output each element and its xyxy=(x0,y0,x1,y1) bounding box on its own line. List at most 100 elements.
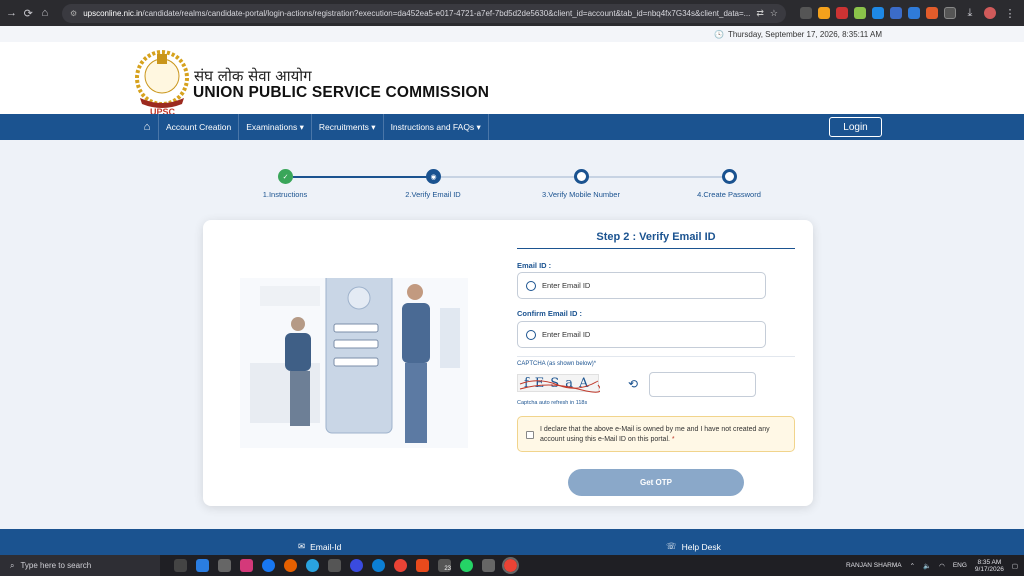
step-label-verify-mobile: 3.Verify Mobile Number xyxy=(542,190,620,199)
notification-icon[interactable]: ▢ xyxy=(1012,562,1018,570)
reload-icon[interactable]: ⟳ xyxy=(23,5,34,21)
email-placeholder: Enter Email ID xyxy=(542,281,591,290)
notification-app-icon[interactable]: 23 xyxy=(438,559,451,572)
confirm-email-field[interactable]: Enter Email ID xyxy=(517,321,766,348)
language-indicator[interactable]: ENG xyxy=(953,562,967,569)
facebook-icon[interactable] xyxy=(262,559,275,572)
captcha-image: fESaA xyxy=(517,374,600,393)
firefox-icon[interactable] xyxy=(284,559,297,572)
footer-email[interactable]: ✉ Email-Id xyxy=(298,541,341,552)
address-bar[interactable]: ⚙ upsconline.nic.in/candidate/realms/can… xyxy=(62,3,786,23)
chrome-icon[interactable] xyxy=(394,559,407,572)
chevron-up-icon[interactable]: ⌃ xyxy=(910,562,915,570)
menu-icon[interactable]: ⋮ xyxy=(1002,5,1018,21)
get-otp-button[interactable]: Get OTP xyxy=(568,469,744,496)
task-view-icon[interactable] xyxy=(174,559,187,572)
taskbar-apps: 23 xyxy=(174,557,519,574)
home-icon[interactable]: ⌂ xyxy=(40,5,51,21)
app-icon[interactable] xyxy=(416,559,429,572)
stepper-line xyxy=(441,176,581,178)
site-header: UPSC संघ लोक सेवा आयोग UNION PUBLIC SERV… xyxy=(0,42,1024,117)
store-icon[interactable] xyxy=(218,559,231,572)
extension-icon[interactable] xyxy=(907,7,920,19)
edge-icon[interactable] xyxy=(372,559,385,572)
captcha-noise xyxy=(519,380,600,393)
step-pending-dot xyxy=(722,169,737,184)
title-divider xyxy=(517,248,795,249)
extension-icon[interactable] xyxy=(889,7,902,19)
step-done-check-icon: ✓ xyxy=(278,169,293,184)
verify-email-card: Step 2 : Verify Email ID Email ID : Ente… xyxy=(203,220,813,506)
back-icon[interactable]: → xyxy=(6,5,17,21)
clock-icon: 🕓 xyxy=(714,29,724,39)
nav-examinations[interactable]: Examinations ▾ xyxy=(238,114,311,140)
captcha-refresh-note: Captcha auto refresh in 118s xyxy=(517,400,588,406)
step-pending-dot xyxy=(574,169,589,184)
step-active-eye-icon: ◉ xyxy=(426,169,441,184)
stepper-line xyxy=(589,176,729,178)
url-text: upsconline.nic.in/candidate/realms/candi… xyxy=(83,8,751,18)
hindi-title: संघ लोक सेवा आयोग xyxy=(194,67,312,85)
mail-icon: ✉ xyxy=(298,541,306,551)
extension-icon[interactable] xyxy=(853,7,866,19)
download-icon[interactable]: ⤓ xyxy=(962,5,978,21)
extensions-bar: ⤓ ⋮ xyxy=(799,5,1018,21)
stepper-line-done xyxy=(293,176,433,178)
upsc-emblem-logo[interactable] xyxy=(134,46,190,110)
extension-icon[interactable] xyxy=(799,7,812,19)
whatsapp-icon[interactable] xyxy=(460,559,473,572)
user-icon xyxy=(526,280,536,291)
step-label-verify-email: 2.Verify Email ID xyxy=(405,190,461,199)
login-button[interactable]: Login xyxy=(829,117,882,137)
instagram-icon[interactable] xyxy=(240,559,253,572)
amazon-extension-icon[interactable] xyxy=(817,7,830,19)
mail-app-icon[interactable] xyxy=(196,559,209,572)
volume-icon[interactable]: 🔈 xyxy=(923,562,931,570)
chrome-active-icon[interactable] xyxy=(502,557,519,574)
main-navbar: ⌂ Account Creation Examinations ▾ Recrui… xyxy=(0,114,1024,140)
confirm-email-placeholder: Enter Email ID xyxy=(542,330,591,339)
datetime-bar: 🕓 Thursday, September 17, 2026, 8:35:11 … xyxy=(0,26,1024,42)
footer-helpdesk[interactable]: ☏ Help Desk xyxy=(666,541,721,552)
site-footer: ✉ Email-Id ☏ Help Desk xyxy=(0,529,1024,555)
bookmark-star-icon[interactable]: ☆ xyxy=(770,8,778,19)
taskbar-clock[interactable]: 8:35 AM 9/17/2026 xyxy=(975,559,1004,573)
current-datetime: Thursday, September 17, 2026, 8:35:11 AM xyxy=(727,29,882,39)
shield-extension-icon[interactable] xyxy=(871,7,884,19)
wifi-icon[interactable]: ◠ xyxy=(939,562,945,570)
form-title: Step 2 : Verify Email ID xyxy=(596,231,716,243)
home-nav-icon[interactable]: ⌂ xyxy=(136,114,158,140)
declaration-checkbox[interactable] xyxy=(526,431,534,439)
site-info-icon[interactable]: ⚙ xyxy=(70,9,77,18)
app-icon[interactable] xyxy=(482,559,495,572)
declaration-text: I declare that the above e-Mail is owned… xyxy=(540,426,770,443)
nav-recruitments[interactable]: Recruitments ▾ xyxy=(310,114,383,140)
puzzle-icon[interactable] xyxy=(943,7,956,19)
captcha-label: CAPTCHA (as shown below)* xyxy=(517,361,597,367)
divider xyxy=(517,356,795,357)
app-icon[interactable] xyxy=(328,559,341,572)
profile-avatar[interactable] xyxy=(983,7,996,19)
registration-illustration xyxy=(240,278,468,448)
declaration-box: I declare that the above e-Mail is owned… xyxy=(517,416,795,452)
confirm-email-label: Confirm Email ID : xyxy=(517,309,583,318)
user-icon xyxy=(526,329,536,340)
english-title: UNION PUBLIC SERVICE COMMISSION xyxy=(193,84,490,101)
app-icon[interactable] xyxy=(350,559,363,572)
email-label: Email ID : xyxy=(517,261,552,270)
browser-toolbar: → ⟳ ⌂ ⚙ upsconline.nic.in/candidate/real… xyxy=(0,0,1024,26)
captcha-input[interactable] xyxy=(649,372,756,397)
telegram-icon[interactable] xyxy=(306,559,319,572)
extension-icon[interactable] xyxy=(925,7,938,19)
nav-account-creation[interactable]: Account Creation xyxy=(158,114,238,140)
refresh-captcha-icon[interactable]: ⟲ xyxy=(628,377,638,391)
step-label-instructions: 1.Instructions xyxy=(262,190,308,199)
step-label-create-password: 4.Create Password xyxy=(697,190,761,199)
windows-taskbar: ⌕ Type here to search 23 RANJAN SHARMA ⌃… xyxy=(0,555,1024,576)
registration-stepper: ✓ ◉ 1.Instructions 2.Verify Email ID 3.V… xyxy=(0,168,1024,208)
taskbar-search[interactable]: ⌕ Type here to search xyxy=(0,555,160,576)
extension-icon[interactable] xyxy=(835,7,848,19)
translate-icon[interactable]: ⇄ xyxy=(756,8,764,19)
nav-instructions-faqs[interactable]: Instructions and FAQs ▾ xyxy=(382,114,489,140)
email-field[interactable]: Enter Email ID xyxy=(517,272,766,299)
